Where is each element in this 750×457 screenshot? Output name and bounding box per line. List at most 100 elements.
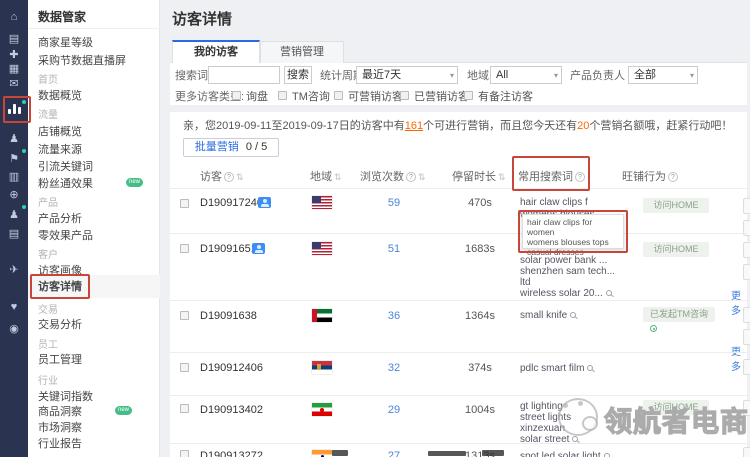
- message-icon[interactable]: ✉: [0, 77, 28, 91]
- bulk-marketing-button[interactable]: 批量营销 0 / 5: [183, 138, 279, 157]
- sort-icon[interactable]: ⇅: [418, 172, 426, 182]
- action-button-stub[interactable]: [743, 307, 750, 323]
- col-visitor: 访客?⇅: [200, 168, 244, 184]
- orders-icon[interactable]: ▥: [0, 170, 28, 184]
- checkbox-inquiry[interactable]: [232, 91, 241, 100]
- visitor-id[interactable]: D190913402: [200, 404, 263, 416]
- globe-icon[interactable]: ⊕: [0, 188, 28, 202]
- checkbox-noted[interactable]: [464, 91, 473, 100]
- action-button-stub[interactable]: [743, 198, 750, 214]
- visitor-id[interactable]: D190912406: [200, 362, 263, 374]
- sidebar: 数据管家 商家星等级 采购节数据直播屏 首页 数据概览 流量 店铺概览 流量来源…: [28, 0, 160, 457]
- sidebar-item-traffic-source[interactable]: 流量来源: [38, 143, 82, 158]
- store-icon[interactable]: ▤: [0, 32, 28, 46]
- sidebar-item-staff-mgmt[interactable]: 员工管理: [38, 353, 82, 368]
- tab-my-visitors[interactable]: 我的访客: [172, 40, 260, 63]
- table-row: D190912406 32 374s pdlc smart film: [170, 352, 747, 395]
- sidebar-item-procurement-live[interactable]: 采购节数据直播屏: [38, 54, 126, 69]
- sidebar-item-zero-effect[interactable]: 零效果产品: [38, 229, 93, 244]
- page-title: 访客详情: [172, 8, 232, 29]
- action-button-stub[interactable]: [743, 447, 750, 457]
- sidebar-item-product-insight[interactable]: 商品洞察: [38, 405, 82, 420]
- marketable-count: 161: [405, 120, 423, 132]
- period-value: 最近7天: [362, 69, 401, 81]
- sidebar-item-market-insight[interactable]: 市场洞察: [38, 421, 82, 436]
- views-link[interactable]: 36: [372, 310, 416, 322]
- search-button[interactable]: 搜索: [284, 66, 312, 84]
- action-button-stub[interactable]: [743, 400, 750, 416]
- row-checkbox[interactable]: [180, 450, 189, 457]
- visitor-id[interactable]: D190917240: [200, 197, 263, 209]
- checkbox-tm-consult[interactable]: [278, 91, 287, 100]
- search-keyword-icon[interactable]: [604, 453, 610, 457]
- views-link[interactable]: 59: [372, 197, 416, 209]
- action-button-stub[interactable]: [743, 242, 750, 258]
- action-button-stub[interactable]: [743, 329, 750, 345]
- region-select[interactable]: All ▾: [490, 66, 562, 84]
- sort-icon[interactable]: ⇅: [498, 172, 506, 182]
- checkbox-marketable[interactable]: [334, 91, 343, 100]
- sidebar-item-fans-effect[interactable]: 粉丝通效果: [38, 177, 93, 192]
- chevron-down-icon: ▾: [690, 68, 694, 84]
- row-checkbox[interactable]: [180, 199, 189, 208]
- contacts-icon[interactable]: ♟: [0, 132, 28, 146]
- row-checkbox[interactable]: [180, 363, 189, 372]
- sidebar-item-shop-overview[interactable]: 店铺概览: [38, 125, 82, 140]
- flag-serbia-icon: [312, 361, 332, 374]
- sidebar-item-trade-analysis[interactable]: 交易分析: [38, 318, 82, 333]
- duration-value: 470s: [455, 197, 505, 209]
- search-keyword-icon[interactable]: [570, 312, 576, 318]
- behavior-tag: 访问HOME: [643, 242, 709, 257]
- action-button-stub[interactable]: [743, 264, 750, 280]
- send-icon[interactable]: ✈: [0, 263, 28, 277]
- sidebar-item-keywords[interactable]: 引流关键词: [38, 160, 93, 175]
- period-select[interactable]: 最近7天 ▾: [356, 66, 458, 84]
- visitor-id[interactable]: D19091651: [200, 243, 257, 255]
- new-badge: new: [115, 406, 132, 415]
- visitor-id[interactable]: D19091638: [200, 310, 257, 322]
- sort-icon[interactable]: ⇅: [236, 172, 244, 182]
- shield-icon[interactable]: ✚: [0, 48, 28, 62]
- search-keyword-icon[interactable]: [606, 290, 612, 296]
- views-link[interactable]: 27: [372, 450, 416, 457]
- row-checkbox[interactable]: [180, 244, 189, 253]
- apps-icon[interactable]: ▦: [0, 62, 28, 76]
- buyer-badge-icon: [258, 197, 271, 208]
- search-keyword-icon[interactable]: [572, 436, 578, 442]
- sidebar-section-industry: 行业: [38, 375, 58, 389]
- search-keyword-icon[interactable]: [587, 365, 593, 371]
- row-checkbox[interactable]: [180, 404, 189, 413]
- action-button-stub[interactable]: [743, 359, 750, 375]
- briefcase-icon[interactable]: ▤: [0, 227, 28, 241]
- search-input[interactable]: [208, 66, 280, 84]
- sidebar-item-product-analysis[interactable]: 产品分析: [38, 212, 82, 227]
- sidebar-item-visitor-profile[interactable]: 访客画像: [38, 264, 82, 279]
- sidebar-item-industry-report[interactable]: 行业报告: [38, 437, 82, 452]
- artifact: [332, 450, 348, 456]
- keyword-line: pdlc smart film: [520, 363, 640, 374]
- views-link[interactable]: 51: [372, 243, 416, 255]
- heart-icon[interactable]: ♥: [0, 300, 28, 314]
- sidebar-item-merchant-star[interactable]: 商家星等级: [38, 36, 93, 51]
- sidebar-item-data-overview[interactable]: 数据概览: [38, 89, 82, 104]
- question-icon: ?: [224, 172, 234, 182]
- artifact: [428, 451, 466, 456]
- sidebar-item-visitor-details[interactable]: 访客详情: [38, 280, 82, 295]
- tab-marketing-mgmt[interactable]: 营销管理: [260, 41, 344, 63]
- checkbox-marketable-label: 可营销访客: [348, 91, 403, 103]
- views-link[interactable]: 32: [372, 362, 416, 374]
- tm-status-icon: [650, 325, 657, 332]
- table-row: D190917240 59 470s hair claw clips f wom…: [170, 188, 747, 233]
- row-checkbox[interactable]: [180, 311, 189, 320]
- home-icon[interactable]: ⌂: [0, 10, 28, 24]
- members-icon[interactable]: ♟: [0, 208, 28, 222]
- analytics-chart-icon[interactable]: [8, 103, 21, 114]
- sidebar-item-keyword-index[interactable]: 关键词指数: [38, 390, 93, 405]
- visitor-id[interactable]: D190913272: [200, 450, 263, 457]
- views-link[interactable]: 29: [372, 404, 416, 416]
- supplier-icon[interactable]: ◉: [0, 322, 28, 336]
- owner-select[interactable]: 全部 ▾: [628, 66, 698, 84]
- flag-icon[interactable]: ⚑: [0, 152, 28, 166]
- checkbox-marketed[interactable]: [400, 91, 409, 100]
- sort-icon[interactable]: ⇅: [334, 172, 342, 182]
